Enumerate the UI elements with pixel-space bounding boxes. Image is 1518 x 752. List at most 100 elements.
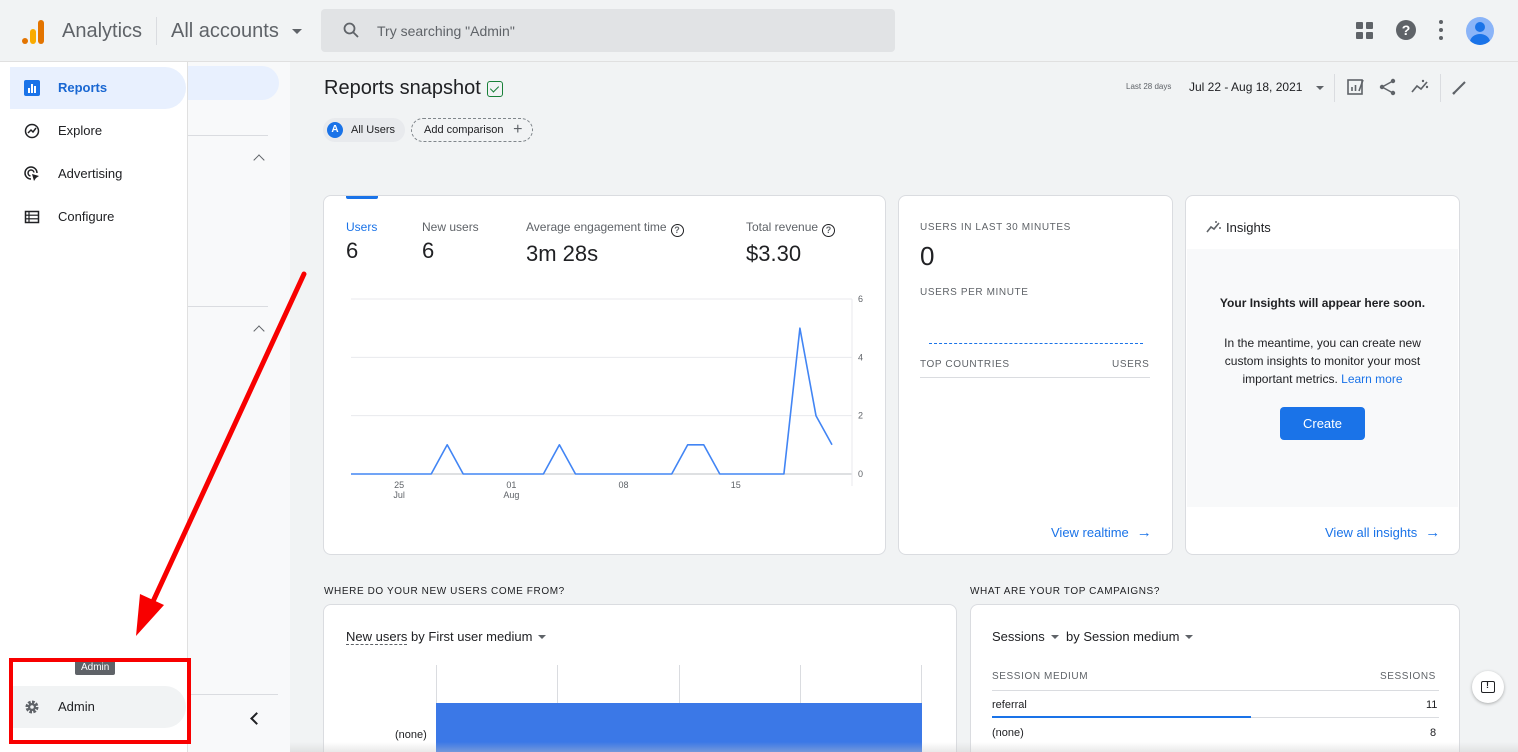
date-range-picker[interactable]: Jul 22 - Aug 18, 2021	[1189, 80, 1302, 94]
divider	[920, 377, 1150, 378]
x-tick-sublabel: Aug	[503, 490, 519, 500]
search-bar[interactable]	[321, 9, 895, 52]
learn-more-link[interactable]: Learn more	[1341, 372, 1402, 386]
medium-cell: (none)	[992, 727, 1024, 739]
realtime-value: 0	[920, 241, 935, 271]
divider	[188, 694, 278, 695]
divider	[1251, 717, 1439, 718]
view-realtime-link[interactable]: View realtime →	[1051, 524, 1152, 541]
sidebar-item-label: Reports	[58, 80, 108, 95]
x-tick-label: 08	[619, 480, 629, 490]
realtime-card: USERS IN LAST 30 MINUTES 0 USERS PER MIN…	[898, 195, 1173, 555]
chevron-up-icon[interactable]	[253, 154, 265, 166]
subnav-active-item[interactable]	[188, 66, 279, 100]
countries-column-header: TOP COUNTRIES	[920, 359, 1010, 370]
divider	[992, 690, 1439, 691]
new-users-section-title: WHERE DO YOUR NEW USERS COME FROM?	[324, 586, 565, 597]
create-insight-button[interactable]: Create	[1280, 407, 1365, 440]
feedback-button[interactable]	[1472, 671, 1504, 703]
users-series-line	[351, 327, 833, 475]
insights-heading: Your Insights will appear here soon.	[1219, 296, 1426, 310]
share-icon[interactable]	[1378, 77, 1398, 97]
account-selector[interactable]: All accounts	[171, 20, 279, 43]
feedback-icon	[1481, 680, 1495, 693]
arrow-right-icon: →	[1425, 524, 1441, 541]
sidebar-item-label: Configure	[58, 209, 115, 224]
search-input[interactable]	[377, 9, 877, 52]
medium-cell: referral	[992, 699, 1027, 711]
plus-icon: +	[513, 121, 523, 138]
metric-dropdown[interactable]: Sessions by Session medium	[992, 629, 1194, 644]
divider	[188, 135, 268, 136]
insights-title: Insights	[1226, 220, 1271, 235]
y-tick-label: 6	[858, 294, 863, 304]
metric-dropdown[interactable]: New users by First user medium	[346, 629, 547, 645]
y-tick-label: 2	[858, 411, 863, 421]
y-tick-label: 0	[858, 469, 863, 479]
chevron-left-icon[interactable]	[250, 712, 263, 725]
segment-label: All Users	[351, 124, 396, 136]
bar-chart-icon	[24, 80, 40, 96]
divider	[1334, 74, 1335, 102]
segment-avatar: A	[327, 122, 343, 138]
caret-down-icon[interactable]	[292, 29, 302, 34]
divider	[188, 306, 268, 307]
users-column-header: USERS	[1112, 359, 1150, 370]
x-tick-sublabel: Jul	[393, 490, 405, 500]
users-line-chart: 0 2 4 6 25Jul 01Aug 08 15	[351, 294, 863, 500]
caret-down-icon[interactable]	[1316, 86, 1324, 90]
caret-down-icon	[538, 635, 547, 639]
x-tick-label: 25	[394, 480, 404, 490]
campaigns-card: Sessions by Session medium SESSION MEDIU…	[970, 604, 1460, 752]
sessions-cell: 11	[1426, 699, 1438, 711]
more-vert-icon[interactable]	[1438, 20, 1444, 40]
y-tick-label: 4	[858, 352, 863, 362]
sessions-cell: 8	[1430, 727, 1437, 739]
arrow-right-icon: →	[1136, 524, 1152, 541]
analytics-logo-icon[interactable]	[22, 18, 46, 44]
sidebar-item-reports[interactable]: Reports	[10, 67, 186, 109]
edit-pencil-icon[interactable]	[1450, 77, 1470, 97]
sidebar-item-label: Advertising	[58, 166, 123, 181]
x-tick-label: 15	[731, 480, 741, 490]
caret-down-icon	[1185, 635, 1194, 639]
insights-icon[interactable]	[1410, 77, 1430, 97]
insights-sparkle-icon	[1206, 221, 1221, 233]
date-range-prefix: Last 28 days	[1126, 82, 1172, 91]
chevron-up-icon[interactable]	[253, 325, 265, 337]
medium-column-header: SESSION MEDIUM	[992, 671, 1089, 682]
explore-icon	[24, 123, 40, 139]
help-icon[interactable]: ?	[1396, 20, 1416, 40]
advertising-icon	[24, 166, 39, 181]
add-comparison-button[interactable]: Add comparison +	[411, 118, 533, 142]
new-users-card: New users by First user medium (none)	[323, 604, 957, 752]
campaigns-section-title: WHAT ARE YOUR TOP CAMPAIGNS?	[970, 586, 1160, 597]
sidebar-item-label: Explore	[58, 123, 103, 138]
app-name: Analytics	[62, 20, 143, 42]
page-title: Reports snapshot	[324, 77, 481, 99]
x-tick-label: 01	[506, 480, 516, 490]
insights-card: Insights Your Insights will appear here …	[1185, 195, 1460, 555]
top-bar: Analytics All accounts ?	[0, 0, 1518, 62]
view-all-insights-link[interactable]: View all insights →	[1325, 524, 1440, 541]
divider	[156, 17, 157, 45]
sidebar: Reports Explore Advertising Configure Ad…	[0, 62, 188, 752]
apps-grid-icon[interactable]	[1356, 22, 1373, 39]
sessions-column-header: SESSIONS	[1380, 671, 1436, 682]
sidebar-item-advertising[interactable]: Advertising	[10, 153, 186, 195]
divider	[1440, 74, 1441, 102]
bar-label: (none)	[395, 729, 427, 741]
account-avatar[interactable]	[1466, 17, 1494, 45]
secondary-nav	[188, 62, 290, 752]
add-comparison-label: Add comparison	[424, 124, 504, 136]
analytics-app: Analytics All accounts ?	[0, 0, 1518, 752]
search-icon	[343, 22, 359, 38]
sidebar-item-explore[interactable]: Explore	[10, 110, 186, 152]
realtime-heading: USERS IN LAST 30 MINUTES	[920, 222, 1071, 233]
sessions-share-bar	[992, 716, 1251, 718]
insights-body: In the meantime, you can create new cust…	[1224, 336, 1421, 386]
segment-chip[interactable]: A All Users	[323, 118, 406, 142]
customize-report-icon[interactable]	[1346, 77, 1366, 97]
sidebar-item-configure[interactable]: Configure	[10, 196, 186, 238]
per-minute-sparkline	[929, 343, 1143, 344]
